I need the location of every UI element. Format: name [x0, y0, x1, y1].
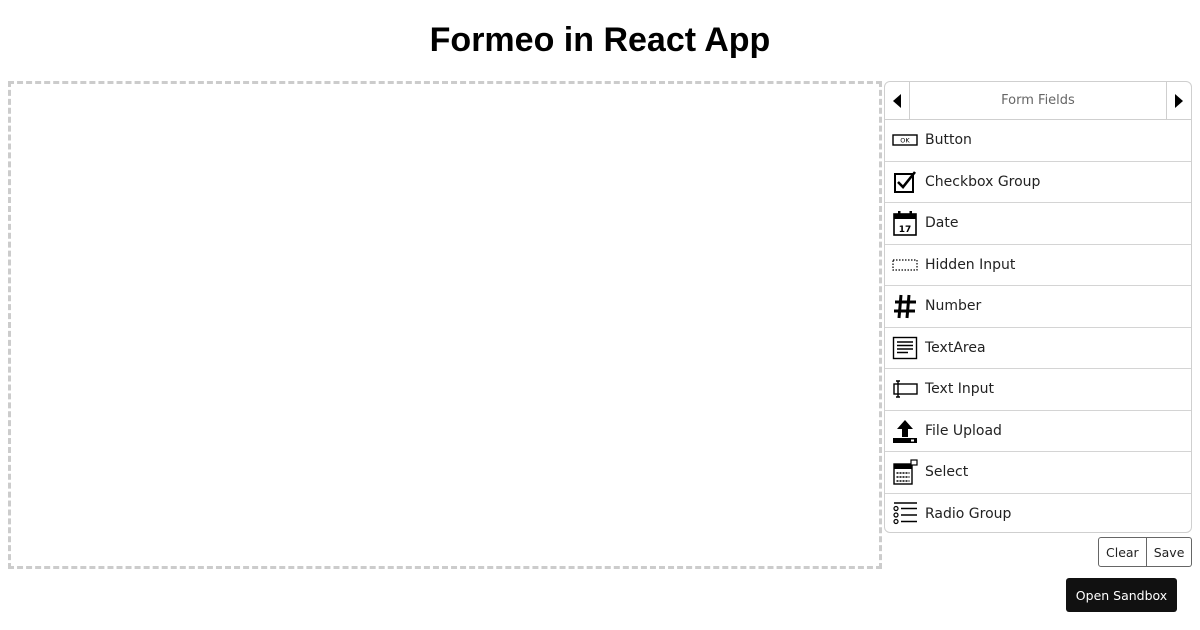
panel-title: Form Fields [1001, 93, 1075, 108]
field-label: Number [925, 298, 982, 315]
svg-text:OK: OK [900, 137, 910, 145]
field-label: Checkbox Group [925, 173, 1041, 190]
field-item-select[interactable]: Select [885, 452, 1191, 494]
hash-icon [892, 293, 918, 319]
field-label: Date [925, 215, 959, 232]
field-item-text-input[interactable]: Text Input [885, 369, 1191, 411]
text-input-icon [892, 376, 918, 402]
field-item-checkbox-group[interactable]: Checkbox Group [885, 162, 1191, 203]
hidden-input-icon [892, 252, 918, 278]
svg-text:17: 17 [899, 225, 912, 235]
select-icon [892, 459, 918, 485]
form-actions: Clear Save [1098, 537, 1193, 567]
field-label: Hidden Input [925, 256, 1016, 273]
field-item-file-upload[interactable]: File Upload [885, 411, 1191, 452]
panel-header: Form Fields [885, 82, 1191, 120]
form-fields-panel: Form Fields OK Button Checkbox Group 17 … [884, 81, 1192, 533]
save-button[interactable]: Save [1146, 537, 1193, 567]
caret-left-icon [893, 93, 901, 108]
field-item-hidden-input[interactable]: Hidden Input [885, 245, 1191, 286]
open-sandbox-button[interactable]: Open Sandbox [1066, 578, 1177, 612]
panel-prev-button[interactable] [885, 82, 910, 119]
button-icon: OK [892, 127, 918, 153]
field-label: Radio Group [925, 506, 1012, 523]
calendar-icon: 17 [892, 210, 918, 237]
field-item-number[interactable]: Number [885, 286, 1191, 328]
field-item-date[interactable]: 17 Date [885, 203, 1191, 245]
field-item-button[interactable]: OK Button [885, 120, 1191, 162]
form-canvas[interactable] [8, 81, 882, 569]
panel-next-button[interactable] [1166, 82, 1191, 119]
caret-right-icon [1175, 93, 1183, 108]
field-label: Button [925, 132, 972, 149]
field-label: TextArea [925, 339, 986, 356]
field-item-textarea[interactable]: TextArea [885, 328, 1191, 369]
field-list: OK Button Checkbox Group 17 Date Hidden … [885, 120, 1191, 533]
field-label: Select [925, 464, 969, 481]
page-title: Formeo in React App [429, 21, 771, 59]
textarea-icon [892, 335, 918, 361]
checkbox-icon [892, 169, 918, 195]
field-label: File Upload [925, 422, 1002, 439]
upload-icon [892, 418, 918, 444]
field-label: Text Input [925, 381, 995, 398]
radio-group-icon [892, 501, 918, 527]
field-item-radio-group[interactable]: Radio Group [885, 494, 1191, 533]
clear-button[interactable]: Clear [1098, 537, 1147, 567]
